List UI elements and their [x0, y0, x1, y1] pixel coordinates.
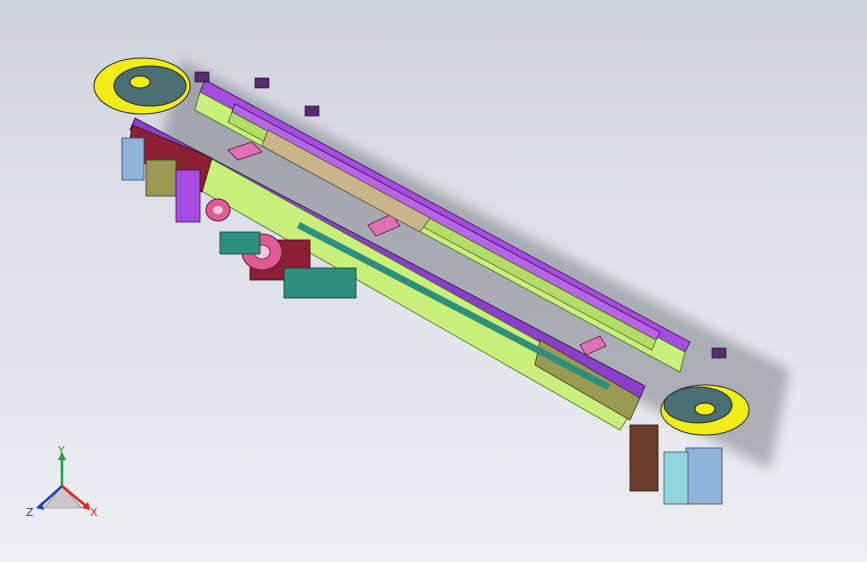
- left-leg-bracket-a[interactable]: [145, 159, 177, 197]
- right-leg-motor[interactable]: [685, 447, 723, 505]
- right-end-pulley[interactable]: [660, 384, 750, 436]
- left-end-pulley[interactable]: [93, 57, 191, 115]
- left-leg-bracket-b[interactable]: [175, 169, 201, 223]
- conveyor-assembly-model[interactable]: [0, 0, 867, 562]
- left-leg-motor[interactable]: [121, 137, 145, 181]
- right-leg-bracket[interactable]: [629, 424, 659, 492]
- y-axis-label: Y: [57, 446, 65, 457]
- cad-graphics-viewport[interactable]: Y X Z: [0, 0, 867, 562]
- x-axis-label: X: [90, 506, 98, 519]
- z-axis-label: Z: [26, 506, 34, 519]
- right-leg-base[interactable]: [663, 451, 689, 505]
- view-orientation-triad[interactable]: Y X Z: [22, 446, 106, 530]
